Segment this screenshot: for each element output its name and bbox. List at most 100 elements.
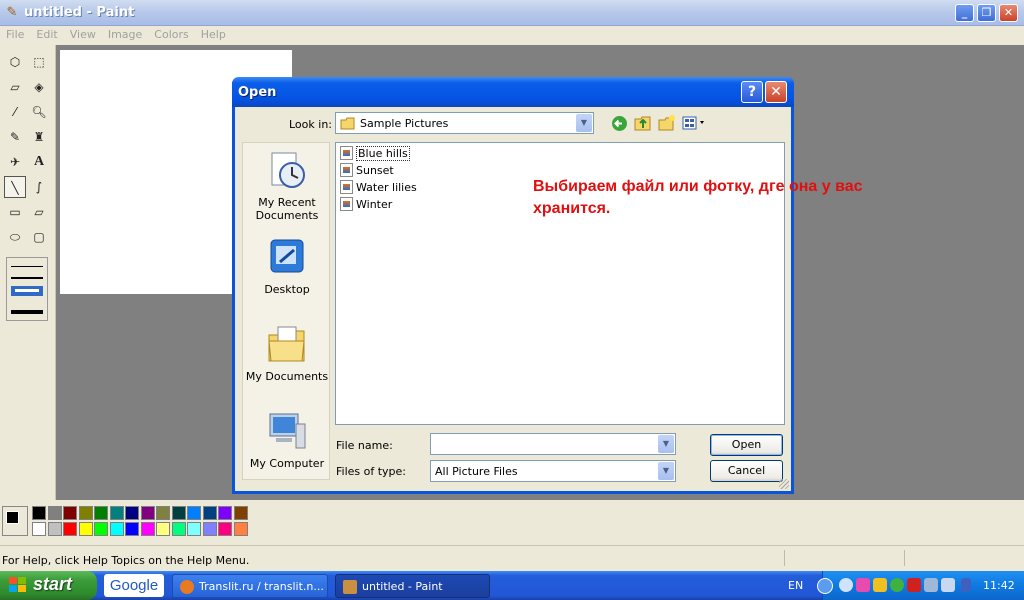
line-width-3-mark <box>15 289 39 292</box>
menu-image[interactable]: Image <box>102 26 148 44</box>
file-name-field[interactable]: ▼ <box>430 433 676 455</box>
file-type-label: Files of type: <box>336 465 407 478</box>
color-palette <box>0 500 1024 545</box>
line-width-1[interactable] <box>11 266 43 267</box>
tray-expand-icon[interactable] <box>817 578 833 594</box>
palette-swatch[interactable] <box>63 522 77 536</box>
place-my-computer[interactable]: My Computer <box>243 410 331 470</box>
line-width-2[interactable] <box>11 277 43 279</box>
color-picker-icon[interactable]: ⁄ <box>4 101 26 123</box>
palette-swatch[interactable] <box>187 522 201 536</box>
palette-swatch[interactable] <box>125 522 139 536</box>
palette-swatch[interactable] <box>140 522 155 536</box>
palette-swatch[interactable] <box>233 522 248 536</box>
pencil-icon[interactable]: ✎ <box>4 126 26 148</box>
taskbar-item-translit[interactable]: Translit.ru / translit.n... <box>172 574 328 598</box>
minimize-button[interactable]: _ <box>955 4 974 22</box>
palette-swatch[interactable] <box>156 506 170 520</box>
taskbar-item-paint[interactable]: untitled - Paint <box>335 574 490 598</box>
menu-view[interactable]: View <box>64 26 102 44</box>
brush-icon[interactable]: ♜ <box>28 126 50 148</box>
resize-grip[interactable] <box>779 479 789 489</box>
ellipse-tool-icon[interactable]: ⬭ <box>4 226 26 248</box>
volume-icon[interactable] <box>941 578 955 592</box>
palette-swatch[interactable] <box>94 506 108 520</box>
cancel-button[interactable]: Cancel <box>710 460 783 482</box>
airbrush-icon[interactable]: ✈ <box>4 151 26 173</box>
text-tool-icon[interactable]: A <box>28 151 50 173</box>
battery-icon[interactable] <box>961 578 971 592</box>
rectangle-tool-icon[interactable]: ▭ <box>4 201 26 223</box>
palette-swatch[interactable] <box>233 506 248 520</box>
palette-swatch[interactable] <box>109 522 124 536</box>
palette-swatch[interactable] <box>32 522 46 536</box>
restore-button[interactable]: ❐ <box>977 4 996 22</box>
search-icon[interactable] <box>839 578 853 592</box>
chevron-down-icon[interactable]: ▼ <box>658 435 674 453</box>
menu-file[interactable]: File <box>0 26 30 44</box>
dialog-title-bar[interactable]: Open ? ✕ <box>232 77 794 107</box>
palette-swatch[interactable] <box>32 506 46 520</box>
rounded-rect-tool-icon[interactable]: ▢ <box>28 226 50 248</box>
menu-help[interactable]: Help <box>195 26 232 44</box>
close-button[interactable]: ✕ <box>999 4 1018 22</box>
look-in-dropdown[interactable]: Sample Pictures ▼ <box>335 112 594 134</box>
shield-icon[interactable] <box>873 578 887 592</box>
antivirus-icon[interactable] <box>907 578 921 592</box>
palette-swatch[interactable] <box>78 506 93 520</box>
file-type-dropdown[interactable]: All Picture Files ▼ <box>430 460 676 482</box>
current-colors <box>2 506 28 536</box>
eraser-icon[interactable]: ▱ <box>4 76 26 98</box>
file-type-value: All Picture Files <box>435 465 518 478</box>
chevron-down-icon[interactable]: ▼ <box>658 462 674 480</box>
chevron-down-icon[interactable]: ▼ <box>576 114 592 132</box>
palette-swatch[interactable] <box>202 506 217 520</box>
polygon-tool-icon[interactable]: ▱ <box>28 201 50 223</box>
line-tool-icon[interactable]: ╲ <box>4 176 26 198</box>
dialog-close-button[interactable]: ✕ <box>765 81 787 103</box>
title-bar[interactable]: ✎ untitled - Paint _ ❐ ✕ <box>0 0 1024 26</box>
view-menu-icon[interactable] <box>682 115 708 131</box>
line-width-4[interactable] <box>11 310 43 314</box>
open-button[interactable]: Open <box>710 434 783 456</box>
palette-swatch[interactable] <box>171 522 186 536</box>
status-bar: For Help, click Help Topics on the Help … <box>0 545 1024 571</box>
palette-swatch[interactable] <box>140 506 155 520</box>
network-icon[interactable] <box>924 578 938 592</box>
palette-swatch[interactable] <box>109 506 124 520</box>
menu-colors[interactable]: Colors <box>148 26 194 44</box>
magnifier-icon[interactable]: 🔍︎ <box>28 101 50 123</box>
rect-select-icon[interactable]: ⬚ <box>28 51 50 73</box>
menu-edit[interactable]: Edit <box>30 26 63 44</box>
google-toolbar-button[interactable]: Google <box>104 574 164 597</box>
place-label: My Documents <box>245 370 329 383</box>
palette-swatch[interactable] <box>63 506 77 520</box>
palette-swatch[interactable] <box>156 522 170 536</box>
palette-swatch[interactable] <box>47 522 62 536</box>
palette-swatch[interactable] <box>171 506 186 520</box>
palette-swatch[interactable] <box>187 506 201 520</box>
palette-swatch[interactable] <box>218 506 232 520</box>
palette-swatch[interactable] <box>94 522 108 536</box>
palette-swatch[interactable] <box>125 506 139 520</box>
new-folder-icon[interactable] <box>658 114 676 132</box>
up-folder-icon[interactable] <box>634 114 652 132</box>
tray-app-icon[interactable] <box>856 578 870 592</box>
free-select-icon[interactable]: ⬡ <box>4 51 26 73</box>
place-desktop[interactable]: Desktop <box>243 236 331 296</box>
curve-tool-icon[interactable]: ∫ <box>28 176 50 198</box>
language-indicator[interactable]: EN <box>788 579 803 592</box>
fill-bucket-icon[interactable]: ◈ <box>28 76 50 98</box>
start-button[interactable]: start <box>0 571 97 600</box>
palette-swatch[interactable] <box>202 522 217 536</box>
tray-app-icon[interactable] <box>890 578 904 592</box>
place-recent-documents[interactable]: My Recent Documents <box>243 149 331 222</box>
palette-swatch[interactable] <box>218 522 232 536</box>
dialog-help-button[interactable]: ? <box>741 81 763 103</box>
palette-swatch[interactable] <box>78 522 93 536</box>
minimize-icon: _ <box>961 6 968 19</box>
back-icon[interactable] <box>611 115 628 132</box>
place-my-documents[interactable]: My Documents <box>243 323 331 383</box>
palette-swatch[interactable] <box>47 506 62 520</box>
foreground-color[interactable] <box>6 511 19 524</box>
